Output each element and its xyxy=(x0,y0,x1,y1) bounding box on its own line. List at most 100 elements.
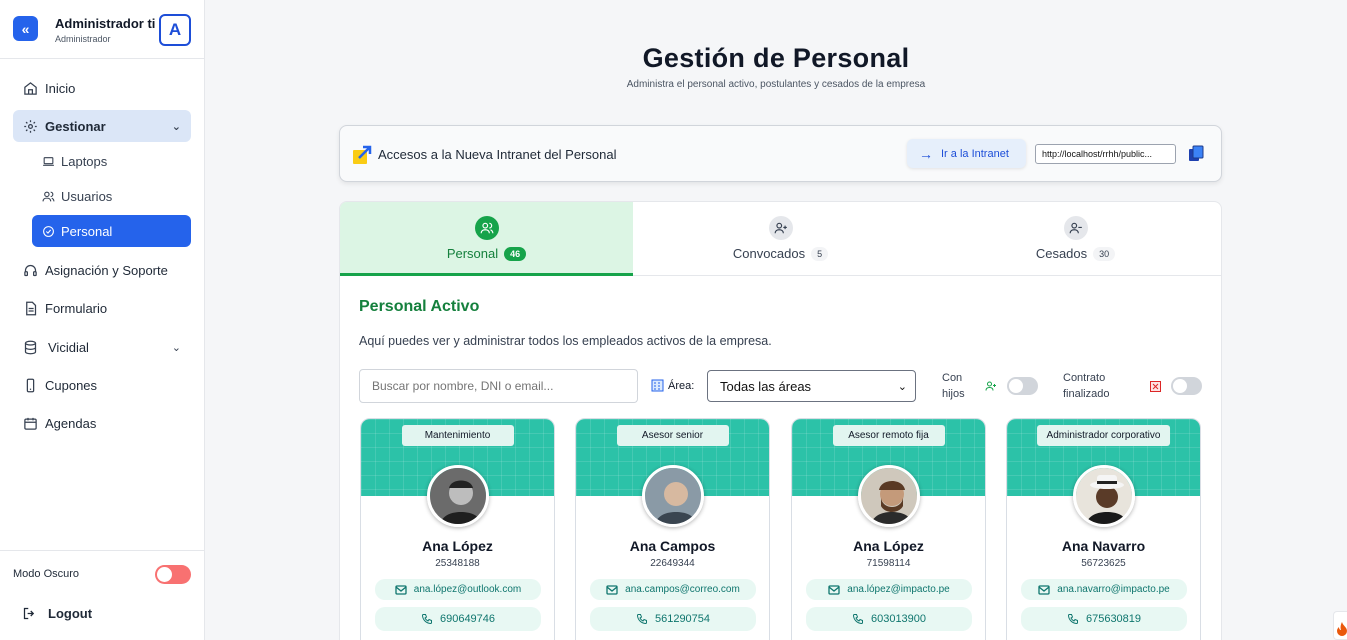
role-badge: Asesor remoto fija xyxy=(832,425,945,446)
employee-phone: 675630819 xyxy=(1085,613,1142,625)
floating-widget-button[interactable] xyxy=(1333,611,1347,640)
document-icon xyxy=(26,301,37,315)
tab-convocados-text: Convocados 5 xyxy=(633,246,928,261)
email-chip[interactable]: ana.lópez@outlook.com xyxy=(375,579,541,600)
collapse-sidebar-button[interactable]: « xyxy=(13,16,38,41)
chevron-down-icon: ⌄ xyxy=(171,341,181,354)
employee-email: ana.lópez@outlook.com xyxy=(413,584,522,595)
sidebar-item-agendas[interactable]: Agendas xyxy=(13,407,191,439)
check-circle-icon xyxy=(43,225,54,237)
employee-email: ana.campos@correo.com xyxy=(625,584,740,595)
role-badge: Asesor senior xyxy=(616,425,729,446)
tab-cesados-text: Cesados 30 xyxy=(928,246,1221,261)
page-subtitle: Administra el personal activo, postulant… xyxy=(626,79,926,90)
sidebar-item-cupones[interactable]: Cupones xyxy=(13,369,191,401)
phone-icon xyxy=(636,614,647,625)
dark-mode-toggle[interactable] xyxy=(155,565,191,584)
phone-icon xyxy=(421,614,432,625)
arrow-right-icon: → xyxy=(919,145,933,162)
employee-name: Ana Navarro xyxy=(1061,538,1146,554)
sidebar-item-label: Gestionar xyxy=(45,118,106,134)
contract-x-icon xyxy=(1150,381,1161,392)
employee-name: Ana Campos xyxy=(629,538,716,554)
sidebar-item-vicidial[interactable]: Vicidial ⌄ xyxy=(13,331,191,363)
sidebar-item-asignacion[interactable]: Asignación y Soporte xyxy=(13,254,191,286)
tab-label: Cesados xyxy=(1035,246,1088,261)
employee-phone: 561290754 xyxy=(654,613,711,625)
tab-convocados[interactable]: Convocados 5 xyxy=(633,202,928,276)
phone-chip[interactable]: 675630819 xyxy=(1021,607,1187,631)
role-badge: Administrador corporativo xyxy=(1036,425,1171,446)
dark-mode-label: Modo Oscuro xyxy=(13,568,80,580)
con-hijos-toggle[interactable] xyxy=(1007,377,1038,395)
intranet-url-field[interactable] xyxy=(1035,144,1176,164)
intranet-banner: Accesos a la Nueva Intranet del Personal… xyxy=(339,125,1222,182)
area-select[interactable]: Todas las áreas ⌄ xyxy=(707,370,916,402)
go-intranet-button[interactable]: → Ir a la Intranet xyxy=(907,139,1026,168)
tab-cesados[interactable]: Cesados 30 xyxy=(928,202,1221,276)
flame-icon xyxy=(1337,622,1347,636)
role-badge: Mantenimiento xyxy=(401,425,514,446)
sidebar-item-laptops[interactable]: Laptops xyxy=(32,145,191,177)
phone-icon xyxy=(1067,614,1078,625)
count-badge: 46 xyxy=(504,247,527,261)
go-intranet-label: Ir a la Intranet xyxy=(941,147,1009,160)
area-filter-label: Área: xyxy=(651,379,694,392)
employee-card[interactable]: Asesor remoto fija Ana López 71598114 an… xyxy=(791,418,986,640)
search-input[interactable] xyxy=(359,369,638,403)
email-chip[interactable]: ana.lópez@impacto.pe xyxy=(806,579,972,600)
sidebar-item-personal[interactable]: Personal xyxy=(32,215,191,247)
logout-button[interactable]: Logout xyxy=(22,606,92,621)
tab-label: Personal xyxy=(446,246,499,261)
phone-chip[interactable]: 603013900 xyxy=(806,607,972,631)
employee-card[interactable]: Mantenimiento Ana López 25348188 ana.lóp… xyxy=(360,418,555,640)
employee-photo xyxy=(857,465,920,527)
sidebar-item-label: Inicio xyxy=(45,80,76,96)
email-chip[interactable]: ana.navarro@impacto.pe xyxy=(1021,579,1187,600)
employee-photo xyxy=(426,465,489,527)
sidebar-item-formulario[interactable]: Formulario xyxy=(13,292,191,324)
contrato-finalizado-toggle[interactable] xyxy=(1171,377,1202,395)
logout-label: Logout xyxy=(48,606,93,621)
email-chip[interactable]: ana.campos@correo.com xyxy=(590,579,756,600)
sidebar-item-usuarios[interactable]: Usuarios xyxy=(32,180,191,212)
copy-icon[interactable] xyxy=(1188,145,1204,162)
avatar[interactable]: A xyxy=(159,14,191,46)
gear-icon xyxy=(24,119,37,133)
sidebar-item-label: Laptops xyxy=(61,153,108,169)
count-badge: 5 xyxy=(811,247,829,261)
mail-icon xyxy=(395,584,407,595)
user-role: Administrador xyxy=(55,34,111,44)
phone-chip[interactable]: 690649746 xyxy=(375,607,541,631)
employee-name: Ana López xyxy=(422,538,493,554)
employee-card[interactable]: Administrador corporativo Ana Navarro 56… xyxy=(1006,418,1201,640)
external-link-icon xyxy=(353,145,372,164)
mail-icon xyxy=(1038,584,1050,595)
tab-personal[interactable]: Personal 46 xyxy=(340,202,633,276)
mail-icon xyxy=(606,584,618,595)
user-info: Administrador ti Administrador xyxy=(55,16,155,44)
employee-phone: 690649746 xyxy=(439,613,496,625)
section-title: Personal Activo xyxy=(359,298,480,315)
con-hijos-line1: Con xyxy=(942,372,963,384)
database-icon xyxy=(24,340,37,354)
employee-phone: 603013900 xyxy=(870,613,927,625)
sidebar-item-label: Usuarios xyxy=(61,188,113,204)
building-icon xyxy=(651,379,664,392)
user-plus-icon xyxy=(768,216,793,240)
page-title: Gestión de Personal xyxy=(642,43,910,73)
mail-icon xyxy=(828,584,840,595)
sidebar-header: « Administrador ti Administrador A xyxy=(0,0,204,59)
calendar-icon xyxy=(24,417,37,430)
employee-dni: 56723625 xyxy=(1081,558,1126,569)
user-plus-icon xyxy=(985,381,996,391)
sidebar-item-label: Cupones xyxy=(45,377,98,393)
section-description: Aquí puedes ver y administrar todos los … xyxy=(359,334,772,348)
sidebar-item-gestionar[interactable]: Gestionar ⌄ xyxy=(13,110,191,142)
sidebar-item-label: Personal xyxy=(61,223,113,239)
sidebar-item-inicio[interactable]: Inicio xyxy=(13,72,191,104)
phone-chip[interactable]: 561290754 xyxy=(590,607,756,631)
con-hijos-label: Con hijos xyxy=(942,370,965,402)
laptop-icon xyxy=(43,156,54,166)
employee-card[interactable]: Asesor senior Ana Campos 22649344 ana.ca… xyxy=(575,418,770,640)
